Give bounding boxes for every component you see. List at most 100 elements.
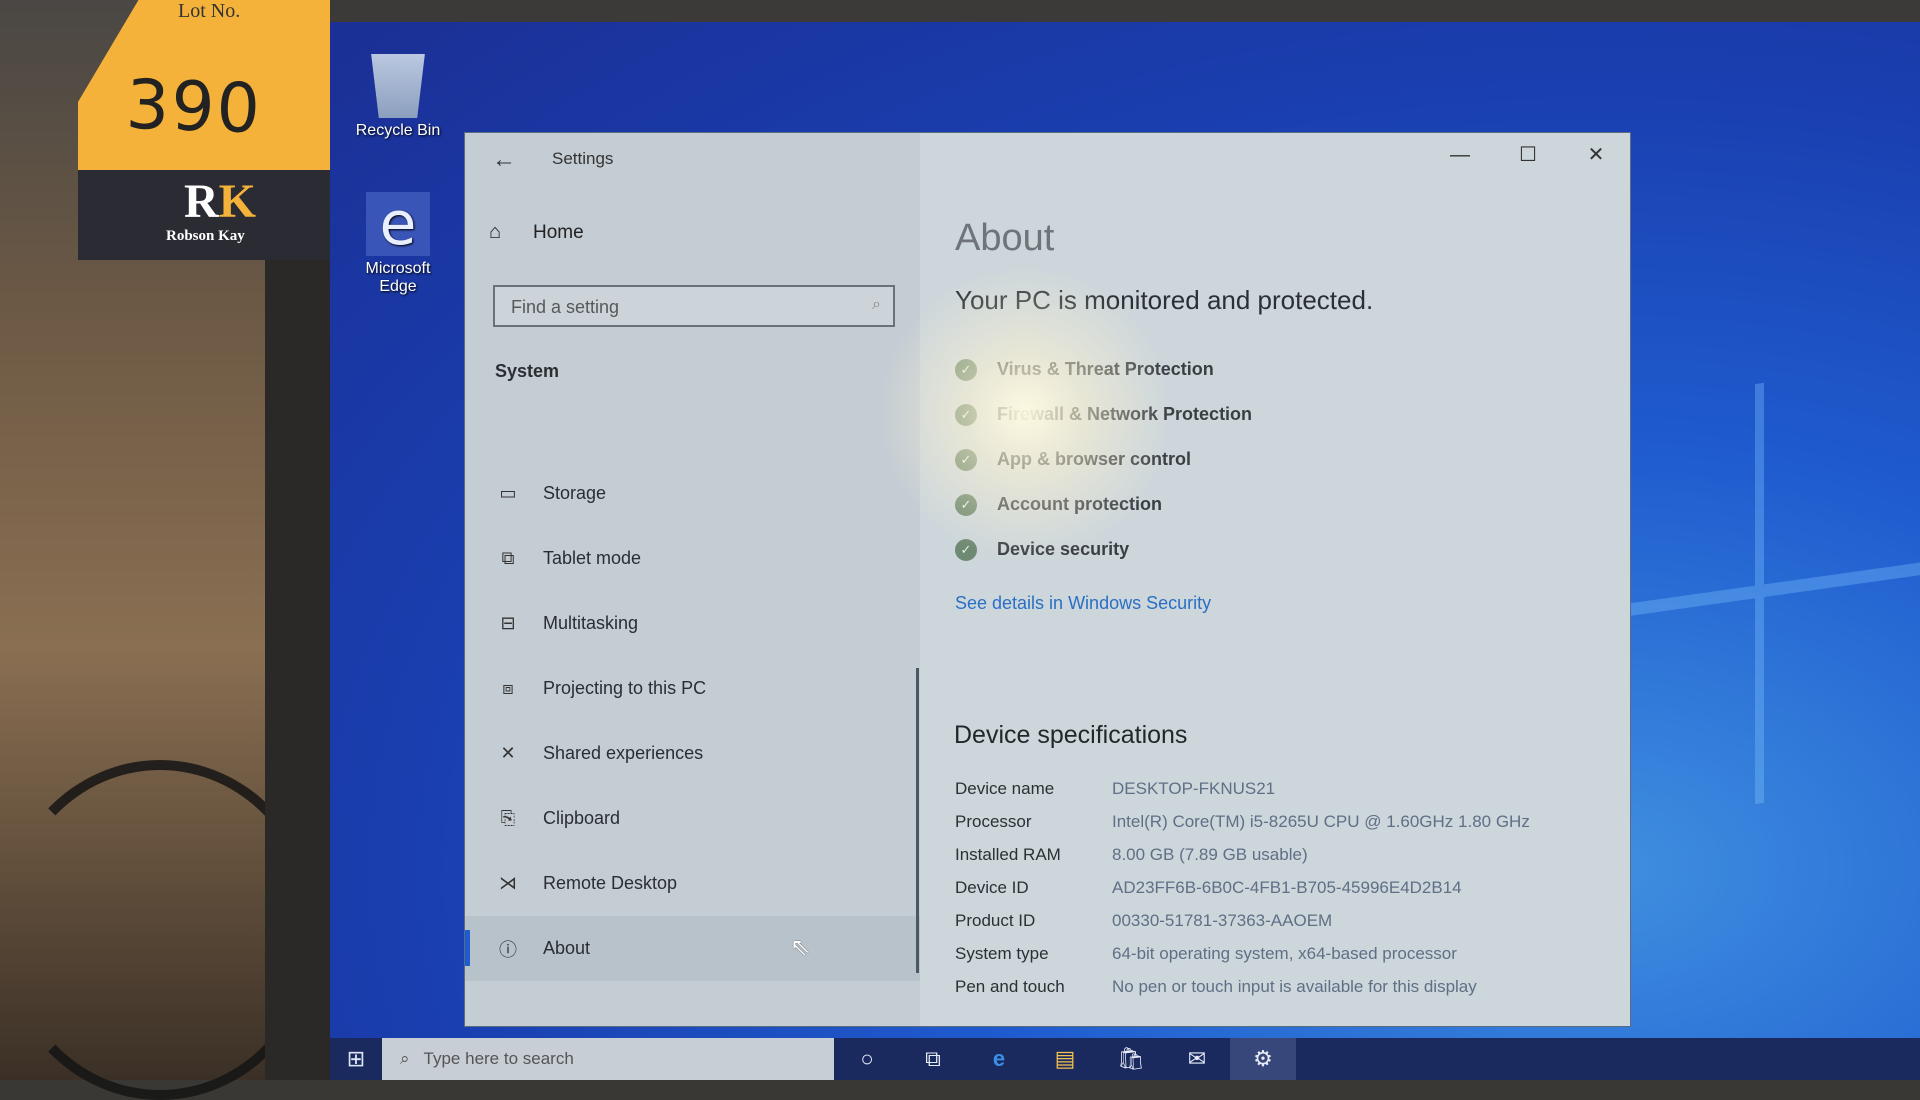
check-shield-icon: ✓ <box>955 448 977 471</box>
sidebar-item-clipboard[interactable]: ⎘ Clipboard <box>495 786 915 851</box>
sidebar-item-about[interactable]: ⓘ About <box>465 916 945 981</box>
spec-key: System type <box>955 944 1049 963</box>
about-content: — ☐ ✕ About Your PC is monitored and pro… <box>920 133 1630 1026</box>
settings-taskbar-icon[interactable]: ⚙ <box>1230 1038 1296 1080</box>
windows-logo-icon: ⊞ <box>346 1046 366 1071</box>
brand-name: Robson Kay <box>166 228 245 244</box>
taskbar: ⊞ ⌕ Type here to search ○ ⧉ e ▤ 🛍 ✉ ⚙ <box>330 1038 1920 1080</box>
mail-icon[interactable]: ✉ <box>1164 1038 1230 1080</box>
search-icon[interactable]: ⌕ <box>872 296 881 314</box>
settings-search-input[interactable] <box>509 287 853 327</box>
spec-key: Processor <box>955 812 1032 831</box>
spec-value: AD23FF6B-6B0C-4FB1-B705-45996E4D2B14 <box>1112 878 1462 897</box>
protection-message: Your PC is monitored and protected. <box>955 285 1374 315</box>
desktop-icon-label: Microsoft Edge <box>365 260 431 295</box>
brand-logo: RK Robson Kay <box>78 170 330 260</box>
file-explorer-icon[interactable]: ▤ <box>1032 1038 1098 1080</box>
maximize-button[interactable]: ☐ <box>1494 133 1562 177</box>
start-button[interactable]: ⊞ <box>330 1038 382 1080</box>
spec-value: DESKTOP-FKNUS21 <box>1112 779 1276 798</box>
settings-window: ← Settings ⌂ Home ⌕ System ▭ Storage ⧉ T… <box>465 133 1630 1026</box>
desktop-icon-label: Recycle Bin <box>355 122 441 139</box>
spec-key: Device name <box>955 779 1055 798</box>
taskbar-search[interactable]: ⌕ Type here to search <box>382 1038 834 1080</box>
mouse-cursor-icon: ⇖ <box>790 934 811 961</box>
sidebar-item-projecting[interactable]: ⧈ Projecting to this PC <box>495 656 915 721</box>
close-button[interactable]: ✕ <box>1562 133 1630 177</box>
home-icon: ⌂ <box>489 221 502 243</box>
taskbar-search-placeholder: Type here to search <box>423 1049 574 1068</box>
sidebar-item-label: Storage <box>543 483 607 503</box>
spec-value: 64-bit operating system, x64-based proce… <box>1112 944 1457 963</box>
security-item-label: Device security <box>997 539 1130 559</box>
remote-desktop-icon: ⋊ <box>499 873 517 893</box>
sidebar-item-label: Shared experiences <box>543 743 704 763</box>
spec-key: Product ID <box>955 911 1036 930</box>
spec-key: Installed RAM <box>955 845 1061 864</box>
sidebar-item-multitasking[interactable]: ⊟ Multitasking <box>495 591 915 656</box>
security-status-list: ✓ Virus & Threat Protection ✓ Firewall &… <box>955 347 1252 572</box>
desktop-icon-recycle-bin[interactable]: Recycle Bin <box>348 54 448 140</box>
recycle-bin-icon <box>371 54 425 118</box>
app-title: Settings <box>552 149 614 168</box>
sidebar-item-label: Multitasking <box>543 613 639 633</box>
check-shield-icon: ✓ <box>955 403 977 426</box>
security-item: ✓ Virus & Threat Protection <box>955 347 1252 392</box>
nav-scrollbar[interactable] <box>916 668 919 973</box>
desktop-screen: Recycle Bin e Microsoft Edge ← Settings … <box>330 22 1920 1080</box>
brand-monogram: RK <box>184 175 257 228</box>
section-title: System <box>495 361 560 381</box>
projecting-icon: ⧈ <box>502 678 514 698</box>
sidebar-item-tablet-mode[interactable]: ⧉ Tablet mode <box>495 526 915 591</box>
spec-key: Device ID <box>955 878 1029 897</box>
edge-taskbar-icon[interactable]: e <box>966 1038 1032 1080</box>
cortana-icon[interactable]: ○ <box>834 1038 900 1080</box>
sidebar-item-label: About <box>543 938 591 958</box>
tablet-mode-icon: ⧉ <box>501 548 515 568</box>
sidebar-item-label: Tablet mode <box>543 548 642 568</box>
spec-value: Intel(R) Core(TM) i5-8265U CPU @ 1.60GHz… <box>1112 812 1530 831</box>
security-item: ✓ App & browser control <box>955 437 1252 482</box>
security-item-label: App & browser control <box>997 449 1192 469</box>
security-item-label: Virus & Threat Protection <box>997 359 1214 379</box>
spec-row: System type 64-bit operating system, x64… <box>955 943 1575 965</box>
spec-value: 8.00 GB (7.89 GB usable) <box>1112 845 1308 864</box>
spec-value: 00330-51781-37363-AAOEM <box>1112 911 1333 930</box>
lot-label-title: Lot No. <box>178 0 241 22</box>
windows-security-link[interactable]: See details in Windows Security <box>955 593 1211 614</box>
sidebar-item-storage[interactable]: ▭ Storage <box>495 461 915 526</box>
window-controls: — ☐ ✕ <box>1426 133 1630 177</box>
shared-experiences-icon: ✕ <box>500 743 516 763</box>
spec-key: Pen and touch <box>955 977 1065 996</box>
security-item: ✓ Account protection <box>955 482 1252 527</box>
search-icon: ⌕ <box>400 1049 410 1068</box>
sidebar-item-remote-desktop[interactable]: ⋊ Remote Desktop <box>495 851 915 916</box>
nav-home-label: Home <box>533 221 584 243</box>
spec-row: Installed RAM 8.00 GB (7.89 GB usable) <box>955 844 1575 866</box>
spec-row: Processor Intel(R) Core(TM) i5-8265U CPU… <box>955 811 1575 833</box>
check-shield-icon: ✓ <box>955 493 977 516</box>
spec-value: No pen or touch input is available for t… <box>1112 977 1477 996</box>
check-shield-icon: ✓ <box>955 538 977 561</box>
task-view-icon[interactable]: ⧉ <box>900 1038 966 1080</box>
arrow-left-icon: ← <box>492 146 516 173</box>
spec-row: Device name DESKTOP-FKNUS21 <box>955 778 1575 800</box>
device-specifications-table: Device name DESKTOP-FKNUS21 Processor In… <box>955 778 1575 1009</box>
security-item-label: Account protection <box>997 494 1162 514</box>
sidebar-item-label: Projecting to this PC <box>543 678 707 698</box>
edge-icon: e <box>366 192 430 256</box>
spec-row: Pen and touch No pen or touch input is a… <box>955 976 1575 998</box>
navigation-pane: ← Settings ⌂ Home ⌕ System ▭ Storage ⧉ T… <box>465 133 945 1026</box>
sidebar-item-label: Remote Desktop <box>543 873 678 893</box>
nav-home[interactable]: ⌂ Home <box>489 221 584 244</box>
back-button[interactable]: ← <box>487 145 521 175</box>
settings-search[interactable]: ⌕ <box>493 285 895 327</box>
page-title: About <box>955 217 1055 259</box>
desktop-icon-microsoft-edge[interactable]: e Microsoft Edge <box>348 192 448 296</box>
sidebar-item-shared-experiences[interactable]: ✕ Shared experiences <box>495 721 915 786</box>
security-item: ✓ Device security <box>955 527 1252 572</box>
multitasking-icon: ⊟ <box>500 613 516 633</box>
store-icon[interactable]: 🛍 <box>1098 1038 1164 1080</box>
minimize-button[interactable]: — <box>1426 133 1494 177</box>
lot-number: 390 <box>124 65 264 150</box>
